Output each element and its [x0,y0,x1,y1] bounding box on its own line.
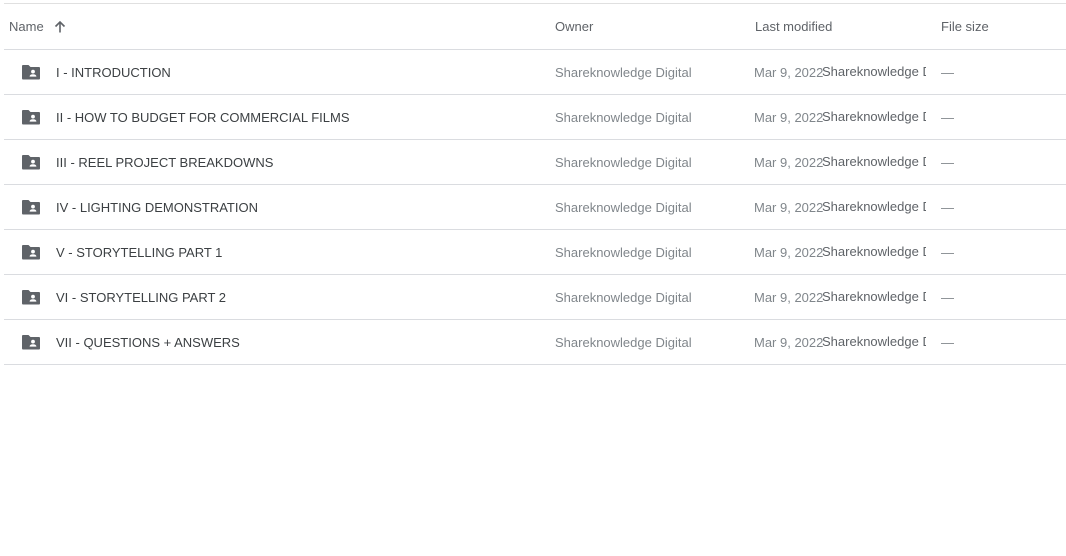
table-row[interactable]: II - HOW TO BUDGET FOR COMMERCIAL FILMS S… [4,95,1066,140]
arrow-up-icon[interactable] [53,20,67,34]
modified-by: Shareknowledge Digital [822,289,926,304]
modified-date: Mar 9, 2022 [754,289,824,305]
modified-date: Mar 9, 2022 [754,109,824,125]
folder-name[interactable]: VII - QUESTIONS + ANSWERS [56,320,240,364]
file-size-header-label: File size [941,19,989,34]
modified-date: Mar 9, 2022 [754,64,824,80]
owner-column-header[interactable]: Owner [555,4,593,49]
file-list-header: Name Owner Last modified File size [4,4,1066,50]
owner-name: Shareknowledge Digital [555,244,692,260]
shared-folder-icon [21,185,41,229]
owner-name: Shareknowledge Digital [555,199,692,215]
shared-folder-icon [21,50,41,94]
file-size: — [941,199,954,215]
owner-name: Shareknowledge Digital [555,109,692,125]
modified-by: Shareknowledge Digital [822,64,926,79]
folder-name[interactable]: IV - LIGHTING DEMONSTRATION [56,185,258,229]
file-size: — [941,64,954,80]
folder-name[interactable]: I - INTRODUCTION [56,50,171,94]
modified-by: Shareknowledge Digital [822,109,926,124]
owner-name: Shareknowledge Digital [555,334,692,350]
folder-name[interactable]: III - REEL PROJECT BREAKDOWNS [56,140,273,184]
modified-by: Shareknowledge Digital [822,244,926,259]
modified-by: Shareknowledge Digital [822,199,926,214]
owner-name: Shareknowledge Digital [555,64,692,80]
owner-header-label: Owner [555,19,594,34]
modified-date: Mar 9, 2022 [754,334,824,350]
shared-folder-icon [21,230,41,274]
name-header-label: Name [9,19,44,34]
folder-name[interactable]: II - HOW TO BUDGET FOR COMMERCIAL FILMS [56,95,349,139]
last-modified-header-label: Last modified [755,19,833,34]
shared-folder-icon [21,140,41,184]
file-list: Name Owner Last modified File size I - I… [4,4,1066,365]
table-row[interactable]: VII - QUESTIONS + ANSWERS Shareknowledge … [4,320,1066,365]
table-row[interactable]: IV - LIGHTING DEMONSTRATION Shareknowledg… [4,185,1066,230]
file-size: — [941,109,954,125]
table-row[interactable]: VI - STORYTELLING PART 2 Shareknowledge D… [4,275,1066,320]
file-size: — [941,154,954,170]
file-size: — [941,289,954,305]
shared-folder-icon [21,320,41,364]
folder-name[interactable]: VI - STORYTELLING PART 2 [56,275,226,319]
modified-date: Mar 9, 2022 [754,199,824,215]
table-row[interactable]: I - INTRODUCTION Shareknowledge Digital Ma… [4,50,1066,95]
modified-by: Shareknowledge Digital [822,154,926,169]
file-size-column-header[interactable]: File size [941,4,989,49]
owner-name: Shareknowledge Digital [555,289,692,305]
name-column-header[interactable]: Name [9,4,67,49]
last-modified-column-header[interactable]: Last modified [755,4,832,49]
table-row[interactable]: V - STORYTELLING PART 1 Shareknowledge Di… [4,230,1066,275]
shared-folder-icon [21,275,41,319]
modified-by: Shareknowledge Digital [822,334,926,349]
table-row[interactable]: III - REEL PROJECT BREAKDOWNS Shareknowle… [4,140,1066,185]
modified-date: Mar 9, 2022 [754,244,824,260]
owner-name: Shareknowledge Digital [555,154,692,170]
shared-folder-icon [21,95,41,139]
folder-name[interactable]: V - STORYTELLING PART 1 [56,230,222,274]
modified-date: Mar 9, 2022 [754,154,824,170]
file-list-body: I - INTRODUCTION Shareknowledge Digital Ma… [4,50,1066,365]
file-size: — [941,334,954,350]
file-size: — [941,244,954,260]
